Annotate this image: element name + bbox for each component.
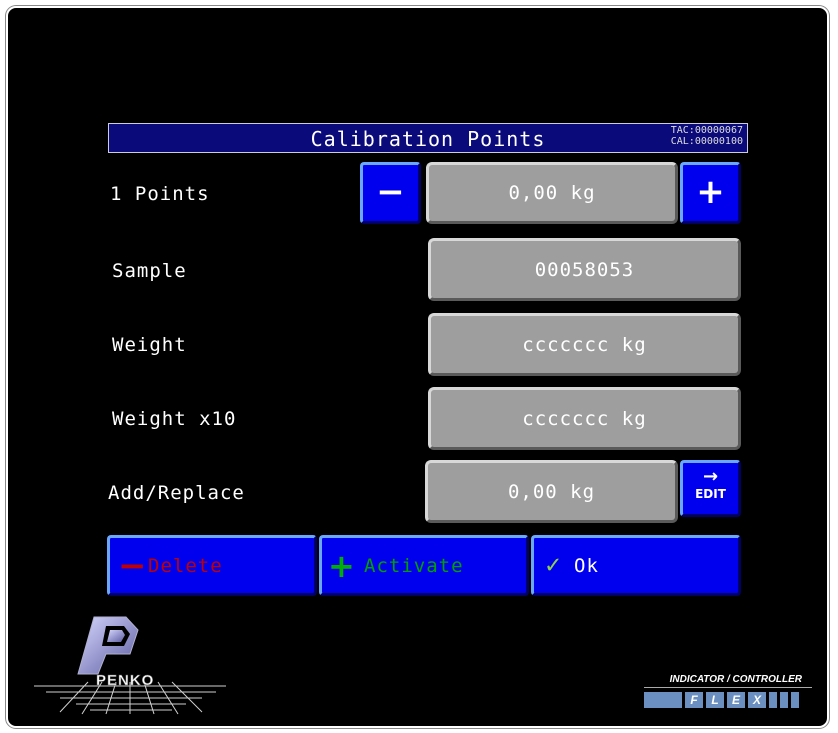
- flex-stripe: [780, 692, 788, 708]
- plus-icon: +: [696, 172, 725, 212]
- add-replace-field[interactable]: 0,00 kg: [425, 460, 678, 523]
- arrow-right-icon: →: [702, 466, 719, 487]
- ok-button[interactable]: ✓ Ok: [531, 535, 741, 596]
- plus-icon: +: [328, 546, 356, 585]
- weight-value: ccccccc kg: [522, 333, 647, 356]
- sample-label: Sample: [112, 260, 187, 282]
- flex-stripe: [769, 692, 777, 708]
- points-value: 0,00 kg: [508, 182, 596, 204]
- delete-button[interactable]: − Delete: [107, 535, 317, 596]
- page-title: Calibration Points: [310, 127, 546, 151]
- flex-letter-f: F: [685, 692, 703, 708]
- flex-letter-x: X: [748, 692, 766, 708]
- device-screen: Calibration Points TAC:00000067 CAL:0000…: [6, 6, 829, 728]
- weight-x10-value: ccccccc kg: [522, 407, 647, 430]
- increment-points-button[interactable]: +: [680, 162, 741, 224]
- weight-label: Weight: [112, 334, 187, 356]
- add-replace-label: Add/Replace: [108, 482, 245, 504]
- activate-button[interactable]: + Activate: [319, 535, 529, 596]
- check-icon: ✓: [544, 553, 564, 578]
- penko-logo-graphic: [34, 616, 226, 715]
- title-bar: Calibration Points TAC:00000067 CAL:0000…: [108, 123, 748, 153]
- points-label: 1 Points: [110, 183, 210, 205]
- tac-counter: TAC:00000067: [670, 125, 743, 136]
- brand-name: PENKO: [96, 672, 155, 690]
- flex-stripe: [791, 692, 799, 708]
- cal-counter: CAL:00000100: [670, 136, 743, 147]
- product-badge: INDICATOR / CONTROLLER F L E X: [644, 674, 814, 714]
- sample-field: 00058053: [428, 238, 741, 301]
- flex-letter-e: E: [727, 692, 745, 708]
- weight-x10-field[interactable]: ccccccc kg: [428, 387, 741, 450]
- product-divider: [644, 687, 812, 688]
- points-value-field[interactable]: 0,00 kg: [426, 162, 678, 224]
- ok-label: Ok: [574, 554, 599, 577]
- product-line: INDICATOR / CONTROLLER: [669, 674, 802, 685]
- flex-bar: [644, 692, 682, 708]
- edit-label: EDIT: [695, 487, 726, 501]
- weight-x10-label: Weight x10: [112, 408, 237, 430]
- edit-button[interactable]: → EDIT: [680, 460, 741, 517]
- counters: TAC:00000067 CAL:00000100: [671, 125, 743, 147]
- flex-logo: F L E X: [644, 692, 799, 708]
- minus-icon: −: [376, 172, 405, 212]
- sample-value: 00058053: [534, 258, 635, 281]
- minus-icon: −: [118, 545, 148, 586]
- delete-label: Delete: [148, 554, 223, 577]
- decrement-points-button[interactable]: −: [360, 162, 421, 224]
- activate-label: Activate: [364, 554, 464, 577]
- penko-logo: PENKO: [26, 612, 236, 716]
- flex-letter-l: L: [706, 692, 724, 708]
- weight-field[interactable]: ccccccc kg: [428, 313, 741, 376]
- add-replace-value: 0,00 kg: [507, 480, 596, 503]
